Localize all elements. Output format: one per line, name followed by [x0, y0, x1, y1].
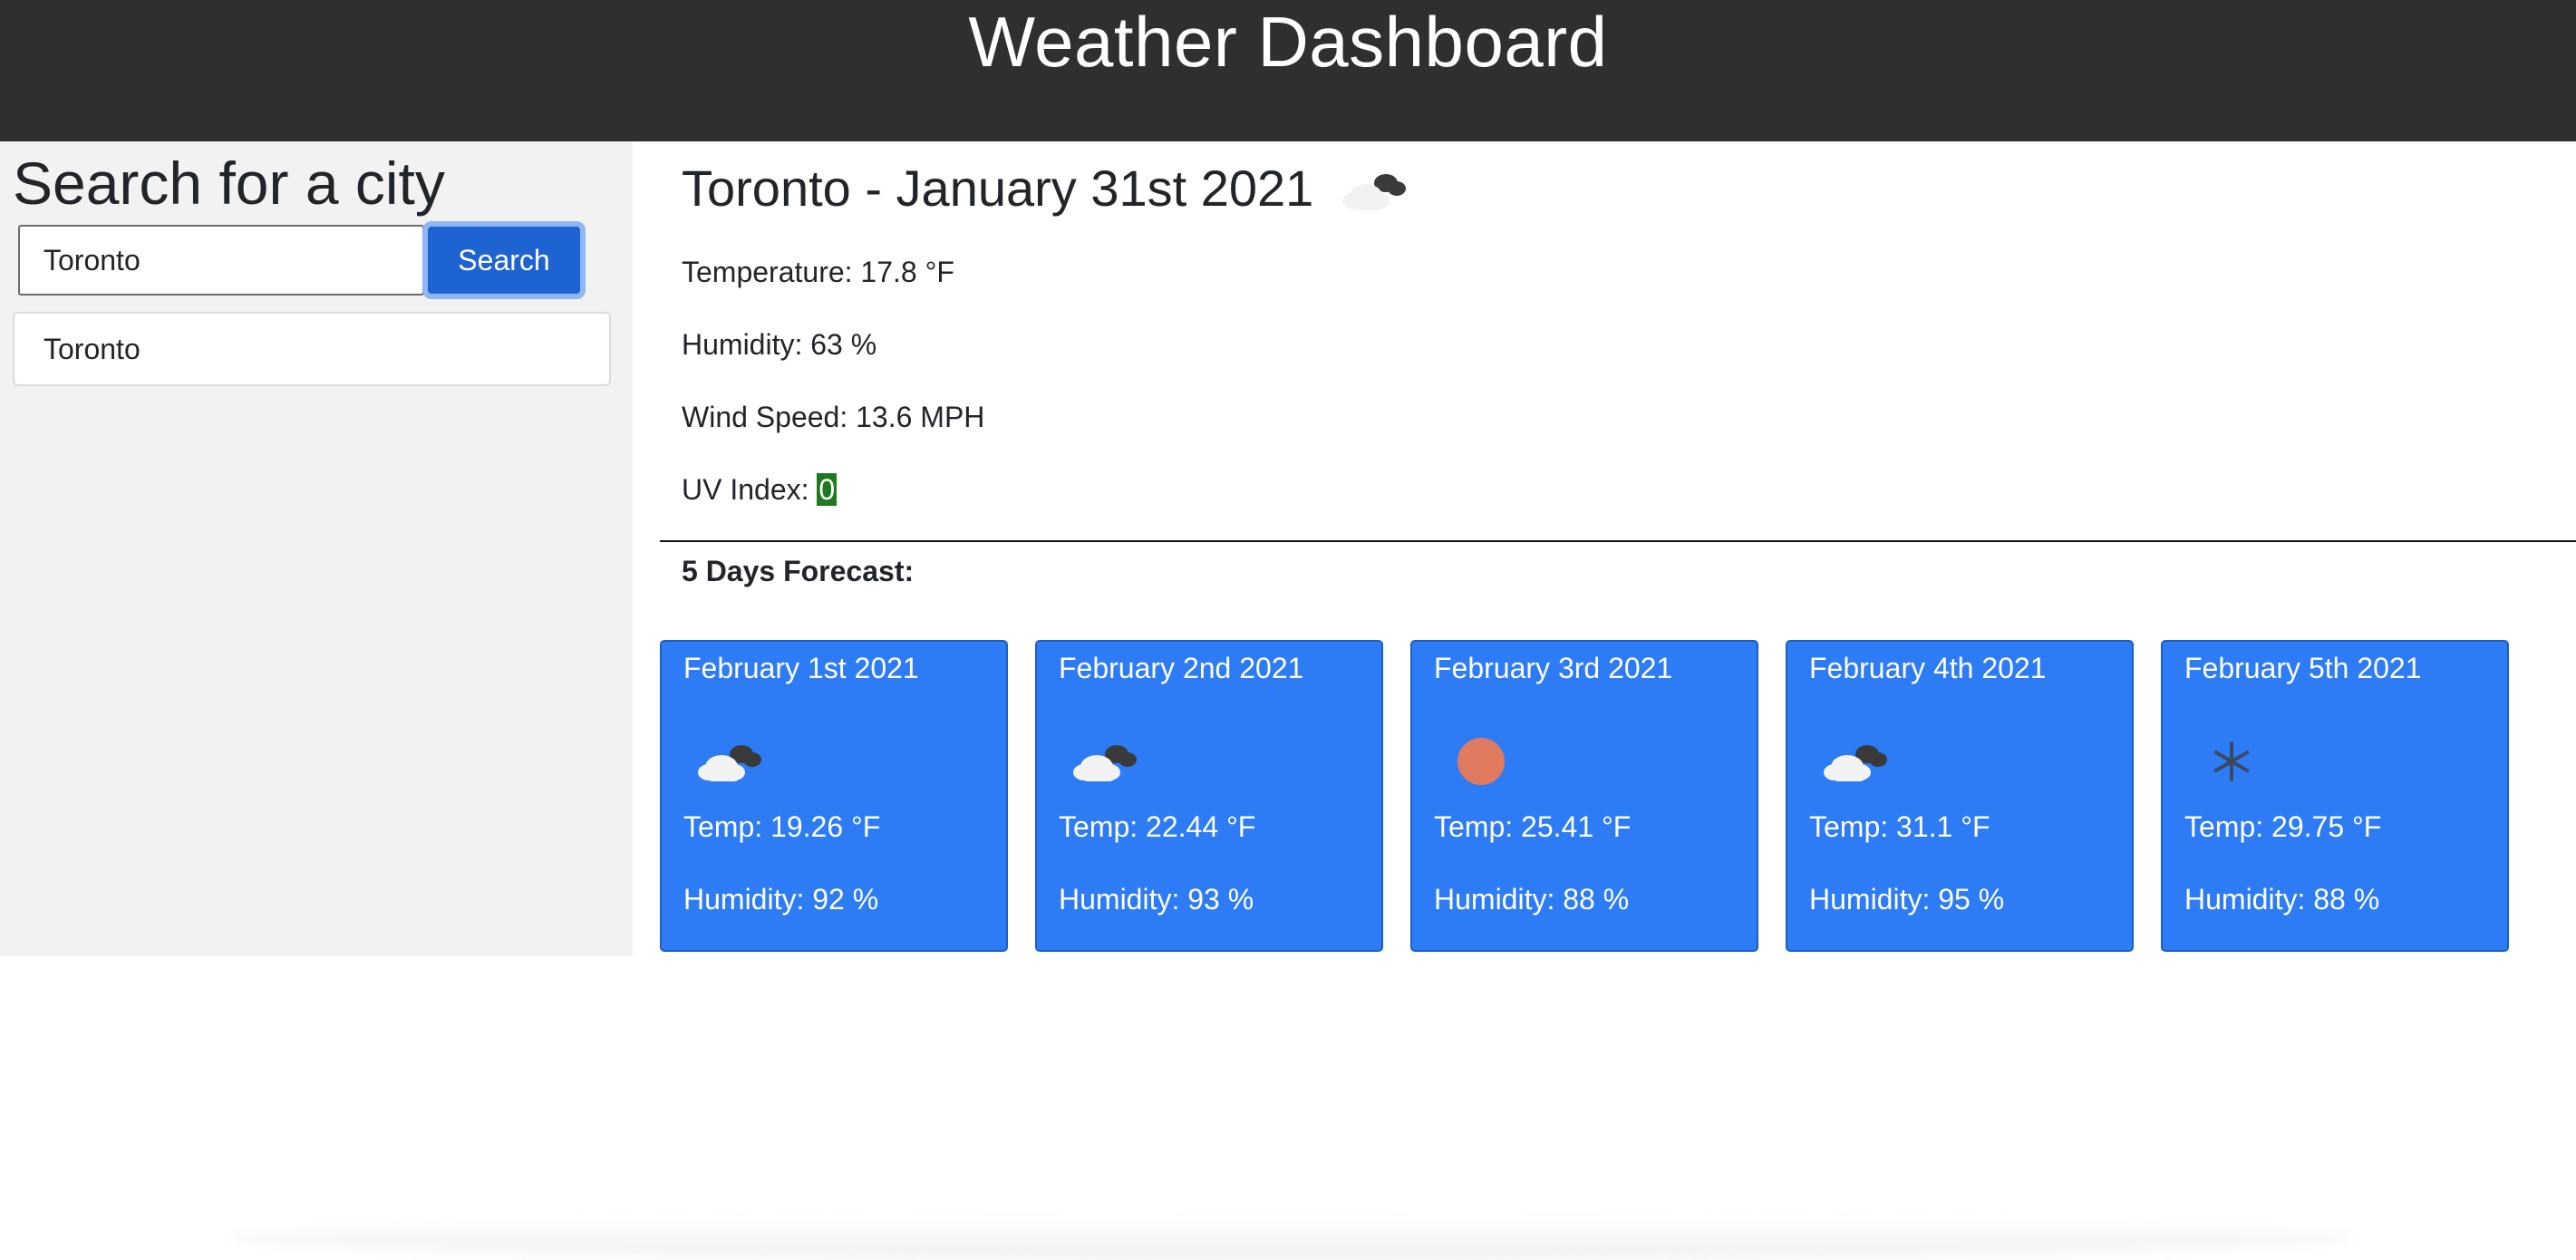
forecast-card: February 5th 2021 Temp: 29.75 °F Humidit…	[2161, 640, 2509, 952]
current-wind-speed: Wind Speed: 13.6 MPH	[682, 401, 985, 433]
history-item-toronto[interactable]: Toronto	[13, 312, 611, 386]
forecast-date: February 3rd 2021	[1434, 652, 1673, 684]
current-uv-index: UV Index: 0	[682, 471, 838, 508]
forecast-humidity: Humidity: 88 %	[2184, 883, 2380, 916]
forecast-temp: Temp: 29.75 °F	[2184, 810, 2382, 843]
forecast-humidity: Humidity: 95 %	[1809, 883, 2005, 916]
cloudy-icon	[1820, 732, 1893, 787]
sun-icon	[1445, 732, 1517, 787]
city-search-input[interactable]	[18, 225, 424, 296]
section-divider	[660, 540, 2576, 542]
app-header: Weather Dashboard	[0, 0, 2576, 141]
forecast-card: February 2nd 2021 Temp: 22.44 °F Humidit…	[1035, 640, 1383, 952]
snow-icon	[2195, 732, 2268, 787]
forecast-date: February 1st 2021	[683, 652, 919, 684]
cloudy-icon	[1339, 161, 1411, 216]
uv-index-label: UV Index:	[682, 473, 818, 506]
current-humidity: Humidity: 63 %	[682, 328, 877, 361]
forecast-temp: Temp: 22.44 °F	[1059, 810, 1256, 843]
current-city-heading: Toronto - January 31st 2021	[682, 152, 1411, 225]
forecast-temp: Temp: 25.41 °F	[1434, 810, 1632, 843]
search-history-list: Toronto	[13, 312, 611, 386]
city-date-title: Toronto - January 31st 2021	[682, 160, 1314, 217]
forecast-humidity: Humidity: 93 %	[1059, 883, 1254, 916]
current-weather-panel: Toronto - January 31st 2021 Temperature:…	[660, 141, 2576, 1048]
forecast-card: February 3rd 2021 Temp: 25.41 °F Humidit…	[1410, 640, 1758, 952]
cloudy-icon	[1070, 732, 1142, 787]
forecast-cards: February 1st 2021 Temp: 19.26 °F Humidit…	[660, 640, 2576, 957]
forecast-date: February 4th 2021	[1809, 652, 2047, 684]
search-sidebar: Search for a city Search Toronto	[0, 141, 633, 956]
window-bottom-shadow	[227, 1215, 2357, 1260]
forecast-card: February 1st 2021 Temp: 19.26 °F Humidit…	[660, 640, 1008, 952]
uv-index-badge: 0	[817, 473, 838, 506]
forecast-temp: Temp: 19.26 °F	[683, 810, 881, 843]
search-heading: Search for a city	[13, 150, 445, 217]
forecast-temp: Temp: 31.1 °F	[1809, 810, 1990, 843]
forecast-humidity: Humidity: 92 %	[683, 883, 879, 916]
cloudy-icon	[694, 732, 767, 787]
search-button[interactable]: Search	[422, 221, 586, 299]
forecast-card: February 4th 2021 Temp: 31.1 °F Humidity…	[1786, 640, 2134, 952]
forecast-humidity: Humidity: 88 %	[1434, 883, 1630, 916]
app-title: Weather Dashboard	[968, 2, 1608, 82]
forecast-date: February 5th 2021	[2184, 652, 2422, 684]
forecast-heading: 5 Days Forecast:	[682, 555, 915, 587]
forecast-date: February 2nd 2021	[1059, 652, 1304, 684]
current-temperature: Temperature: 17.8 °F	[682, 256, 954, 288]
